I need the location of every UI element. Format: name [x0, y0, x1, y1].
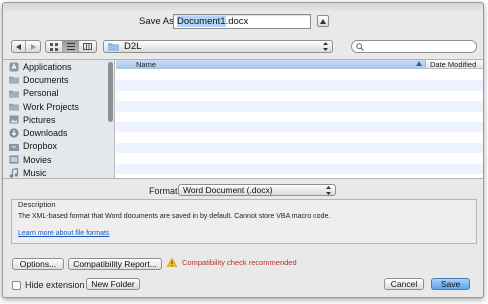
column-view-icon	[83, 43, 93, 50]
movies-icon	[9, 155, 19, 165]
warning-icon	[167, 258, 177, 267]
forward-button[interactable]	[26, 41, 40, 52]
empty-list-row	[116, 70, 483, 80]
sidebar: Applications Documents Personal Work Projec…	[3, 60, 115, 178]
back-forward-control	[11, 40, 41, 53]
sidebar-item-label: Music	[23, 168, 47, 178]
format-select[interactable]: Word Document (.docx)	[178, 184, 336, 196]
sidebar-item-applications[interactable]: Applications	[3, 60, 114, 73]
hide-extension-checkbox[interactable]	[12, 280, 21, 290]
browser-toolbar: D2L	[3, 39, 483, 55]
learn-more-link[interactable]: Learn more about file formats	[18, 230, 109, 237]
background-window-strip	[3, 3, 483, 11]
folder-icon	[9, 102, 19, 112]
sidebar-item-movies[interactable]: Movies	[3, 153, 114, 166]
format-description-box: Description The XML-based format that Wo…	[11, 199, 477, 244]
music-icon	[9, 168, 19, 178]
column-header-name[interactable]: Name	[116, 60, 426, 69]
filename-input[interactable]: Document1.docx	[173, 14, 311, 29]
folder-icon	[108, 43, 119, 51]
empty-list-row	[116, 91, 483, 101]
chevron-up-icon	[320, 18, 326, 24]
sidebar-item-dropbox[interactable]: Dropbox	[3, 140, 114, 153]
empty-list-row	[116, 80, 483, 91]
compatibility-warning: Compatibility check recommended	[167, 258, 297, 267]
empty-list-row	[116, 112, 483, 122]
format-label: Format:	[149, 186, 181, 196]
search-input[interactable]	[351, 40, 477, 53]
file-list-header: Name Date Modified	[116, 60, 483, 69]
empty-list-row	[116, 142, 483, 154]
sidebar-item-label: Applications	[23, 61, 72, 72]
description-text: The XML-based format that Word documents…	[18, 213, 331, 220]
current-folder-label: D2L	[124, 41, 142, 52]
compatibility-warning-text: Compatibility check recommended	[182, 258, 297, 267]
save-as-label: Save As:	[139, 16, 177, 27]
forward-arrow-icon	[31, 43, 37, 50]
column-header-name-label: Name	[136, 60, 157, 69]
options-button[interactable]: Options...	[12, 258, 64, 270]
hide-extension-label: Hide extension	[25, 280, 85, 290]
empty-list-row	[116, 153, 483, 163]
sidebar-item-personal[interactable]: Personal	[3, 87, 114, 100]
new-folder-button[interactable]: New Folder	[86, 278, 140, 290]
sidebar-item-label: Documents	[23, 74, 69, 85]
view-mode-control	[45, 40, 97, 53]
sidebar-item-label: Movies	[23, 154, 52, 165]
sidebar-item-label: Pictures	[23, 114, 56, 125]
empty-list-row	[116, 132, 483, 142]
pictures-icon	[9, 115, 19, 125]
sidebar-item-work-projects[interactable]: Work Projects	[3, 100, 114, 113]
cancel-button[interactable]: Cancel	[384, 278, 424, 290]
column-view-button[interactable]	[79, 41, 96, 52]
sidebar-item-label: Personal	[23, 88, 59, 99]
search-icon	[356, 42, 364, 51]
sidebar-item-music[interactable]: Music	[3, 166, 114, 178]
icon-view-button[interactable]	[46, 41, 63, 52]
downloads-icon	[9, 128, 19, 138]
save-dialog: Save As: Document1.docx D2L Applications…	[2, 2, 484, 298]
file-list: Name Date Modified	[116, 60, 483, 178]
sidebar-scrollbar[interactable]	[108, 62, 113, 122]
empty-list-row	[116, 101, 483, 112]
sidebar-item-downloads[interactable]: Downloads	[3, 126, 114, 139]
folder-icon	[9, 75, 19, 85]
popup-arrows-icon	[326, 186, 331, 195]
back-arrow-icon	[15, 43, 21, 50]
empty-list-row	[116, 163, 483, 174]
filename-extension: .docx	[225, 16, 249, 27]
sidebar-item-label: Work Projects	[23, 101, 79, 112]
list-view-icon	[66, 43, 75, 50]
format-select-value: Word Document (.docx)	[183, 185, 273, 195]
popup-arrows-icon	[323, 42, 328, 51]
filename-selection: Document1	[177, 16, 226, 27]
compatibility-report-button[interactable]: Compatibility Report...	[68, 258, 162, 270]
icon-view-icon	[49, 42, 58, 51]
folder-icon	[9, 88, 19, 98]
collapse-dialog-button[interactable]	[317, 15, 329, 27]
description-title: Description	[18, 200, 56, 209]
applications-icon	[9, 62, 19, 72]
sidebar-item-label: Downloads	[23, 128, 68, 139]
list-view-button[interactable]	[62, 41, 80, 52]
empty-list-row	[116, 121, 483, 133]
sort-ascending-icon	[416, 61, 422, 66]
sidebar-item-pictures[interactable]: Pictures	[3, 113, 114, 126]
folder-location-popup[interactable]: D2L	[103, 40, 333, 53]
back-button[interactable]	[12, 41, 27, 52]
save-button[interactable]: Save	[431, 278, 470, 290]
sidebar-item-label: Dropbox	[23, 141, 58, 152]
hide-extension-option[interactable]: Hide extension	[12, 280, 85, 290]
file-rows	[116, 70, 483, 174]
column-header-date-modified[interactable]: Date Modified	[428, 60, 476, 69]
save-as-row: Save As: Document1.docx	[3, 14, 483, 30]
bottom-bar: Hide extension New Folder Cancel Save	[3, 277, 483, 293]
dropbox-icon	[9, 141, 19, 151]
format-row: Format: Word Document (.docx)	[3, 184, 483, 197]
file-browser: Applications Documents Personal Work Projec…	[3, 59, 483, 179]
sidebar-item-documents[interactable]: Documents	[3, 73, 114, 86]
